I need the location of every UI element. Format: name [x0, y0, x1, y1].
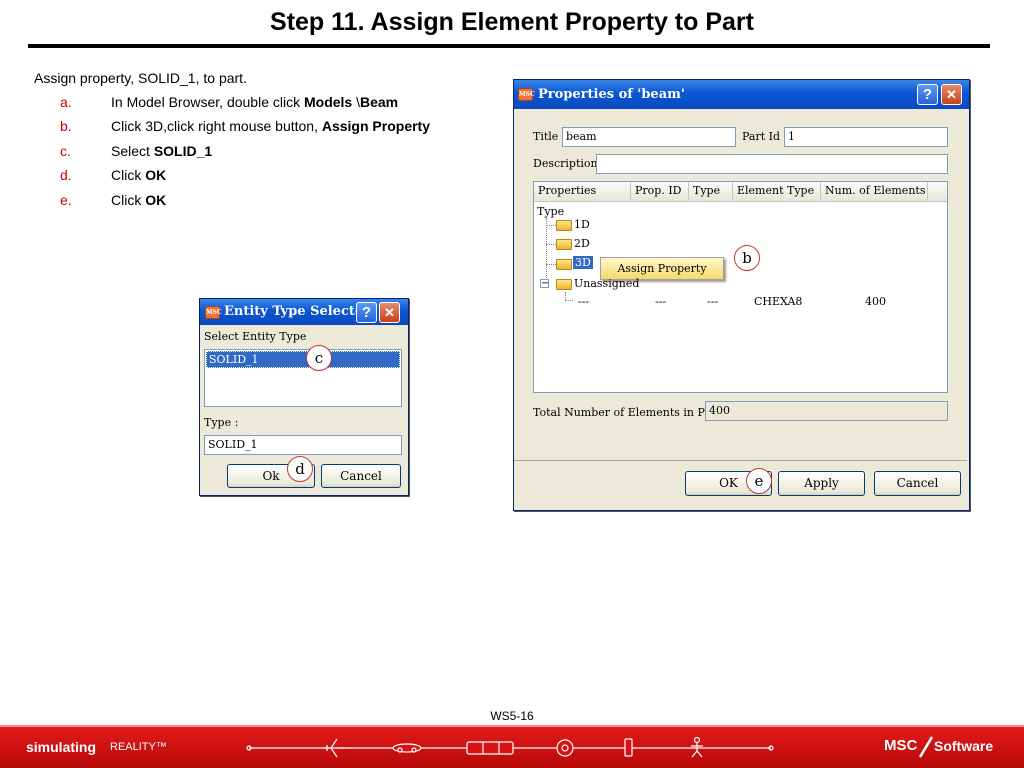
tree-connector	[565, 300, 573, 301]
row-type: ---	[707, 295, 719, 308]
tree-node-1d[interactable]: 1D	[574, 218, 590, 231]
divider	[514, 460, 967, 461]
dialog-titlebar[interactable]: MSC Entity Type Selector ? ✕	[200, 299, 408, 325]
app-icon: MSC	[518, 88, 535, 101]
folder-icon	[556, 279, 572, 290]
list-item-solid-1[interactable]: SOLID_1	[206, 351, 400, 368]
footer-pictogram-strip	[246, 736, 774, 758]
column-header-prop-id[interactable]: Prop. ID	[631, 182, 689, 200]
part-id-label: Part Id	[742, 130, 781, 143]
cancel-button[interactable]: Cancel	[874, 471, 961, 496]
tree-node-2d[interactable]: 2D	[574, 237, 590, 250]
msc-logo-slash-icon	[918, 736, 934, 758]
column-header-properties[interactable]: Properties	[534, 182, 631, 200]
folder-icon	[556, 239, 572, 250]
brand-simulating: simulating	[26, 739, 97, 755]
help-icon[interactable]: ?	[917, 84, 938, 105]
column-header-element-type[interactable]: Element Type	[733, 182, 821, 200]
airplane-icon	[323, 738, 345, 758]
tree-connector	[546, 225, 556, 226]
column-header-num-elements[interactable]: Num. of Elements	[821, 182, 928, 200]
row-num-elements: 400	[865, 295, 886, 308]
footer-band: simulating REALITY™ MSC Software	[0, 727, 1024, 768]
entity-type-list[interactable]: SOLID_1	[204, 349, 402, 407]
step-text: Click OK	[111, 167, 167, 183]
tree-connector	[546, 264, 556, 265]
intro-text: Assign property, SOLID_1, to part.	[34, 70, 247, 86]
row-element-type: CHEXA8	[754, 295, 803, 308]
dialog-title: Entity Type Selector	[224, 304, 371, 319]
callout-c: c	[306, 345, 332, 371]
step-marker: a.	[60, 94, 72, 110]
title-label: Title	[533, 130, 559, 143]
column-header-type[interactable]: Type	[689, 182, 733, 200]
tree-connector	[546, 244, 556, 245]
folder-icon	[556, 220, 572, 231]
step-text: In Model Browser, double click Models \B…	[111, 94, 399, 110]
title-field[interactable]: beam	[562, 127, 736, 147]
step-text: Click 3D,click right mouse button, Assig…	[111, 118, 430, 134]
car-icon	[392, 743, 422, 753]
page-number: WS5-16	[490, 709, 534, 723]
callout-b: b	[734, 245, 760, 271]
properties-dialog: MSC Properties of 'beam' ? ✕ Title beam …	[513, 79, 970, 511]
step-marker: c.	[60, 143, 71, 159]
cancel-button[interactable]: Cancel	[321, 464, 401, 488]
brand-msc: MSC	[884, 737, 918, 754]
type-field[interactable]: SOLID_1	[204, 435, 402, 455]
table-header: Properties Prop. ID Type Element Type Nu…	[534, 182, 947, 202]
step-text: Click OK	[111, 192, 167, 208]
dialog-titlebar[interactable]: MSC Properties of 'beam' ? ✕	[514, 80, 969, 109]
step-text: Select SOLID_1	[111, 143, 213, 159]
phone-icon	[624, 738, 633, 757]
help-icon[interactable]: ?	[356, 302, 377, 323]
tree-node-unassigned[interactable]: Unassigned	[574, 277, 639, 290]
callout-d: d	[287, 456, 313, 482]
close-icon[interactable]: ✕	[941, 84, 962, 105]
train-icon	[466, 741, 514, 755]
gear-icon	[556, 739, 574, 757]
properties-tree-table[interactable]: Properties Prop. ID Type Element Type Nu…	[533, 181, 948, 393]
total-elements-label: Total Number of Elements in Part	[533, 406, 721, 419]
dialog-title: Properties of 'beam'	[538, 87, 685, 102]
callout-e: e	[746, 468, 772, 494]
folder-icon	[556, 259, 572, 270]
figure-icon	[691, 736, 703, 758]
row-name: ---	[578, 295, 590, 308]
step-marker: e.	[60, 192, 72, 208]
select-entity-type-label: Select Entity Type	[204, 330, 307, 343]
tree-root-type: Type	[537, 205, 565, 218]
type-label: Type :	[204, 416, 239, 429]
collapse-toggle-icon[interactable]: −	[540, 279, 549, 289]
total-elements-field: 400	[705, 401, 948, 421]
apply-button[interactable]: Apply	[778, 471, 865, 496]
step-marker: b.	[60, 118, 72, 134]
step-marker: d.	[60, 167, 72, 183]
tree-node-3d[interactable]: 3D	[573, 256, 593, 269]
app-icon: MSC	[205, 306, 222, 319]
tree-connector	[565, 292, 566, 300]
slide-title: Step 11. Assign Element Property to Part	[270, 8, 754, 36]
brand-reality: REALITY™	[110, 741, 167, 753]
part-id-field[interactable]: 1	[784, 127, 948, 147]
tree-connector	[546, 218, 547, 286]
description-field[interactable]	[596, 154, 948, 174]
title-rule	[28, 44, 990, 48]
brand-software: Software	[934, 738, 994, 754]
close-icon[interactable]: ✕	[379, 302, 400, 323]
row-prop-id: ---	[655, 295, 667, 308]
description-label: Description	[533, 157, 598, 170]
